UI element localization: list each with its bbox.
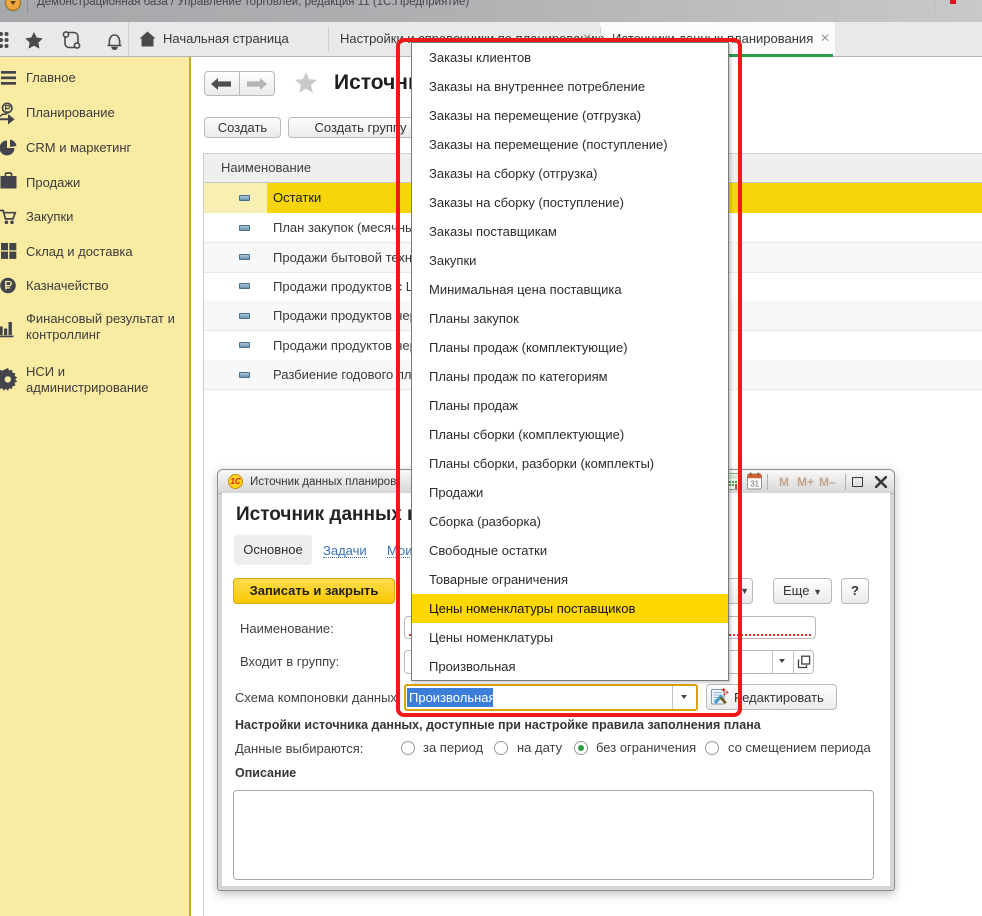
svg-text:31: 31 [750,480,759,489]
